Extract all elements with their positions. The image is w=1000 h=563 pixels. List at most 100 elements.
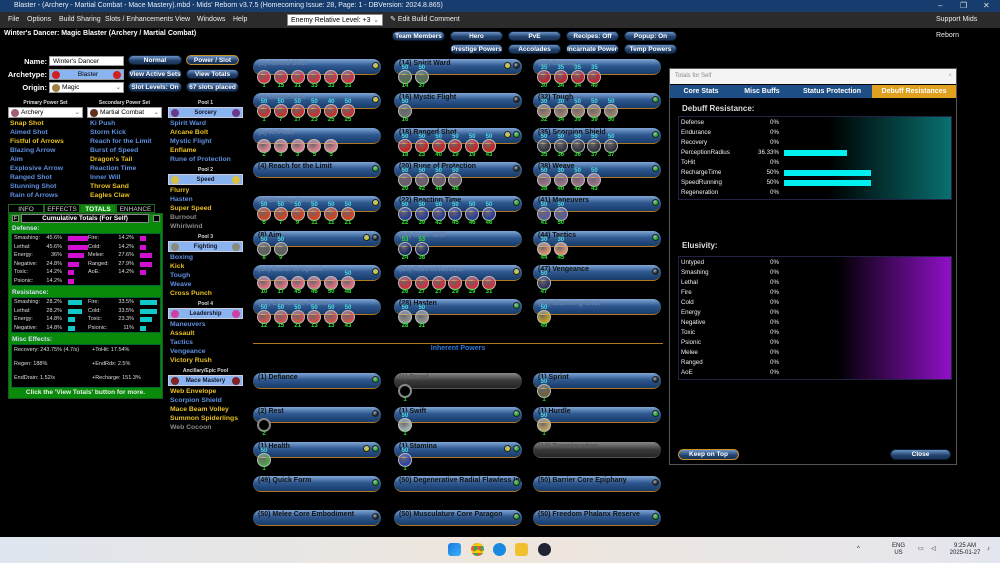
- enhancement-icon[interactable]: [482, 207, 496, 222]
- tab-totals[interactable]: TOTALS: [80, 204, 116, 213]
- menu-options[interactable]: Options: [27, 12, 51, 28]
- popup-button[interactable]: Popup: On: [624, 31, 677, 41]
- tab-enhance[interactable]: ENHANCE: [116, 204, 155, 213]
- power-list-item-maneuvers[interactable]: Maneuvers: [170, 320, 212, 329]
- enhancement-icon[interactable]: [465, 275, 480, 290]
- power-list-item-summon-spiderlings[interactable]: Summon Spiderlings: [170, 414, 238, 423]
- menu-slots-enhancements[interactable]: Slots / Enhancements: [105, 12, 173, 28]
- enhancement-icon[interactable]: [414, 275, 429, 290]
- enhancement-icon[interactable]: [273, 310, 288, 325]
- power-list-item-mace-beam-volley[interactable]: Mace Beam Volley: [170, 405, 238, 414]
- archetype-select[interactable]: Blaster: [49, 69, 124, 80]
- enhancement-icon[interactable]: [398, 310, 412, 325]
- power-bar[interactable]: (50) Barrier Core Epiphany: [533, 475, 661, 492]
- power-slot-tough[interactable]: (32) Tough 30 32 30 34 50 39 50 39 50 50: [533, 93, 661, 123]
- enhancement-icon[interactable]: [307, 310, 322, 325]
- power-list-item-weave[interactable]: Weave: [170, 280, 212, 289]
- power-list-item-explosive-arrow[interactable]: Explosive Arrow: [10, 164, 64, 173]
- power-list-item-hasten[interactable]: Hasten: [170, 195, 212, 204]
- power-list-item-cross-punch[interactable]: Cross Punch: [170, 289, 212, 298]
- power-slot-rest[interactable]: (2) Rest 2: [253, 407, 381, 437]
- power-slot-degenerative-radial-flawless-inter[interactable]: (50) Degenerative Radial Flawless Inter: [394, 475, 522, 506]
- enhancement-icon[interactable]: [398, 138, 412, 153]
- enhancement-icon[interactable]: [587, 104, 602, 119]
- normal-button[interactable]: Normal: [128, 55, 182, 65]
- enhancement-icon[interactable]: [273, 241, 288, 256]
- accolades-button[interactable]: Accolades: [508, 44, 561, 54]
- enhancement-icon[interactable]: [273, 207, 288, 222]
- enhancement-icon[interactable]: [398, 275, 412, 290]
- power-bar[interactable]: (16) Mystic Flight: [394, 93, 522, 110]
- power-slot-storm-kick[interactable]: (1) Storm Kick 50 1 50 7 50 17 50 23 40 25 50 25: [253, 93, 381, 123]
- enhancement-icon[interactable]: [324, 310, 339, 325]
- tray-chevron-icon[interactable]: ^: [857, 546, 860, 553]
- power-bar[interactable]: (12) Translocation: [533, 441, 661, 458]
- enhancement-icon[interactable]: [307, 207, 322, 222]
- enhancement-icon[interactable]: [537, 310, 551, 325]
- power-list-item-rune-of-protection[interactable]: Rune of Protection: [170, 155, 231, 164]
- power-slot-aim[interactable]: (8) Aim 50 8 50 9: [253, 230, 381, 261]
- power-bar[interactable]: (49) Quick Form: [253, 475, 381, 492]
- power-slot-health[interactable]: (1) Health 50 1: [253, 441, 381, 472]
- power-bar[interactable]: (50) Melee Core Embodiment: [253, 510, 381, 527]
- power-slot-blazing-arrow[interactable]: (6) Blazing Arrow 50 6 50 7 50 9 50 11 50 11 50 21: [253, 196, 381, 226]
- enhancement-icon[interactable]: [587, 70, 602, 84]
- enhancement-icon[interactable]: [537, 70, 551, 84]
- name-input[interactable]: Winter's Dancer: [49, 56, 124, 66]
- enhancement-icon[interactable]: [290, 275, 305, 290]
- power-slot-defiance[interactable]: (1) Defiance: [253, 373, 381, 403]
- tab-core-stats[interactable]: Core Stats: [670, 85, 732, 98]
- clock[interactable]: 9:25 AM 2025-01-27: [945, 543, 985, 557]
- power-list-item-throw-sand[interactable]: Throw Sand: [90, 182, 152, 191]
- power-bar[interactable]: (2) Rest: [253, 407, 381, 424]
- enhancement-icon[interactable]: [482, 275, 496, 290]
- enhancement-icon[interactable]: [570, 104, 585, 119]
- enhancement-icon[interactable]: [448, 172, 463, 187]
- network-icon[interactable]: ▭: [918, 546, 924, 553]
- support-link[interactable]: Support Mids Reborn: [936, 12, 1000, 44]
- enhancement-icon[interactable]: [307, 275, 322, 290]
- enhancement-icon[interactable]: [257, 104, 271, 119]
- enhancement-icon[interactable]: [273, 70, 288, 84]
- enhancement-icon[interactable]: [290, 70, 305, 84]
- power-bar[interactable]: (50) Degenerative Radial Flawless Inter: [394, 475, 522, 492]
- enhancement-icon[interactable]: [570, 138, 585, 153]
- dialog-close-icon[interactable]: ×: [948, 69, 952, 84]
- enhancement-icon[interactable]: [273, 275, 288, 290]
- power-list-item-fistful-of-arrows[interactable]: Fistful of Arrows: [10, 137, 64, 146]
- enhancement-icon[interactable]: [570, 172, 585, 187]
- power-slot-barrier-core-epiphany[interactable]: (50) Barrier Core Epiphany: [533, 475, 661, 506]
- enhancement-icon[interactable]: [537, 172, 551, 187]
- power-slot-reach-for-the-limit[interactable]: (4) Reach for the Limit: [253, 161, 381, 192]
- close-window-button[interactable]: ✕: [983, 0, 990, 12]
- power-list-item-blazing-arrow[interactable]: Blazing Arrow: [10, 146, 64, 155]
- chrome-icon[interactable]: [471, 543, 484, 556]
- power-list-item-burnout[interactable]: Burnout: [170, 213, 212, 222]
- keep-on-top-button[interactable]: Keep on Top: [678, 449, 739, 460]
- enhancement-icon[interactable]: [290, 310, 305, 325]
- power-list-item-arcane-bolt[interactable]: Arcane Bolt: [170, 128, 231, 137]
- pve-button[interactable]: PvE: [508, 31, 561, 41]
- enhancement-icon[interactable]: [290, 104, 305, 119]
- enhancement-icon[interactable]: [257, 241, 271, 256]
- enhancement-icon[interactable]: [431, 207, 446, 222]
- enhancement-icon[interactable]: [431, 138, 446, 153]
- power-bar[interactable]: (49) Stunning Shot: [533, 299, 661, 316]
- pool-select-leadership[interactable]: Leadership: [168, 308, 243, 319]
- power-list-item-ki-push[interactable]: Ki Push: [90, 119, 152, 128]
- enhancement-icon[interactable]: [324, 104, 339, 119]
- enhancement-icon[interactable]: [553, 104, 568, 119]
- origin-select[interactable]: Magic ⌄: [49, 82, 124, 93]
- power-slot-quick-form[interactable]: (49) Quick Form: [253, 475, 381, 506]
- app-icon[interactable]: [493, 543, 506, 556]
- tab-debuff-resistances[interactable]: Debuff Resistances: [872, 85, 956, 98]
- pool-select-speed[interactable]: Speed: [168, 174, 243, 185]
- power-slot-hasten[interactable]: (28) Hasten 50 28 50 31: [394, 299, 522, 329]
- menu-windows[interactable]: Windows: [197, 12, 225, 28]
- power-slot-stunning-shot[interactable]: (49) Stunning Shot 50 49: [533, 299, 661, 329]
- enhancement-icon[interactable]: [257, 70, 271, 84]
- power-list-item-boxing[interactable]: Boxing: [170, 253, 212, 262]
- power-bar[interactable]: (1) Brawl: [394, 373, 522, 389]
- power-list-item-assault[interactable]: Assault: [170, 329, 212, 338]
- enhancement-icon[interactable]: [290, 138, 305, 153]
